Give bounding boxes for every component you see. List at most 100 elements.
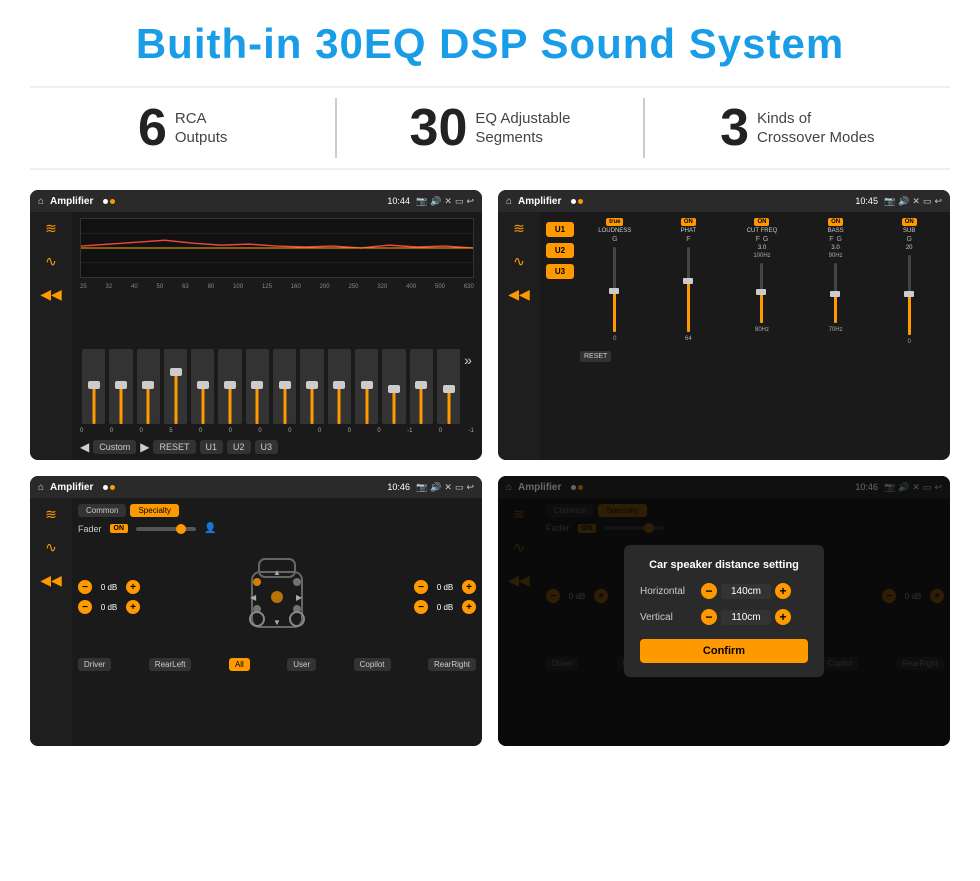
vol-ctrl-fr: − 0 dB + — [414, 580, 476, 594]
vol-ctrl-fl: − 0 dB + — [78, 580, 140, 594]
eq-slider-3[interactable] — [164, 349, 187, 424]
speaker-icon-3[interactable]: ◀◀ — [40, 572, 62, 589]
fader-on-badge[interactable]: ON — [110, 524, 129, 533]
vol-plus-fr[interactable]: + — [462, 580, 476, 594]
channel-bass: ON BASS FG 3.0 90Hz 70Hz — [801, 218, 871, 345]
eq-slider-8[interactable] — [300, 349, 323, 424]
stat-crossover: 3 Kinds of Crossover Modes — [645, 102, 950, 154]
back-icon: ↩ — [466, 196, 474, 207]
eq-icon-2[interactable]: ≋ — [513, 220, 525, 237]
wave-icon-3[interactable]: ∿ — [45, 539, 57, 556]
speaker-icon-2[interactable]: ◀◀ — [508, 286, 530, 303]
eq-slider-5[interactable] — [218, 349, 241, 424]
preset-u1[interactable]: U1 — [546, 222, 574, 237]
eq-slider-0[interactable] — [82, 349, 105, 424]
eq-icon-3[interactable]: ≋ — [45, 506, 57, 523]
vol-minus-rr[interactable]: − — [414, 600, 428, 614]
modal-vertical-row: Vertical − 110cm + — [640, 609, 808, 625]
vol-minus-rl[interactable]: − — [78, 600, 92, 614]
cutfreq-on-badge[interactable]: ON — [754, 218, 769, 226]
volume-icon-2: 🔊 — [898, 196, 909, 207]
eq-icon[interactable]: ≋ — [45, 220, 57, 237]
vol-plus-fl[interactable]: + — [126, 580, 140, 594]
vol-minus-fl[interactable]: − — [78, 580, 92, 594]
eq-main-area: 253240506380100125160200250320400500630 — [72, 212, 482, 460]
eq-custom-btn[interactable]: Custom — [93, 440, 136, 454]
copilot-btn[interactable]: Copilot — [354, 658, 391, 671]
confirm-button[interactable]: Confirm — [640, 639, 808, 663]
minimize-icon: ▭ — [455, 196, 464, 207]
eq-slider-2[interactable] — [137, 349, 160, 424]
driver-btn[interactable]: Driver — [78, 658, 111, 671]
phat-slider[interactable] — [687, 247, 690, 332]
eq-play-fwd[interactable]: ▶ — [140, 440, 149, 454]
horizontal-minus-btn[interactable]: − — [701, 583, 717, 599]
fader-tabs: Common Specialty — [78, 504, 476, 517]
stat-eq-number: 30 — [410, 102, 468, 154]
loudness-slider[interactable] — [613, 247, 616, 332]
channel-cutfreq: ON CUT FREQ FG 3.0 100Hz 80Hz — [727, 218, 797, 345]
channel-phat: ON PHAT F 64 — [654, 218, 724, 345]
speaker-icon[interactable]: ◀◀ — [40, 286, 62, 303]
home-icon-2: ⌂ — [506, 196, 512, 207]
eq-values: 00050000000-10-1 — [80, 428, 474, 434]
preset-u3[interactable]: U3 — [546, 264, 574, 279]
all-btn[interactable]: All — [229, 658, 250, 671]
horizontal-plus-btn[interactable]: + — [775, 583, 791, 599]
vertical-plus-btn[interactable]: + — [775, 609, 791, 625]
eq-controls: ◀ Custom ▶ RESET U1 U2 U3 — [80, 440, 474, 454]
user-btn[interactable]: User — [287, 658, 316, 671]
eq-play-back[interactable]: ◀ — [80, 440, 89, 454]
tab-specialty[interactable]: Specialty — [130, 504, 178, 517]
rear-left-btn[interactable]: RearLeft — [149, 658, 192, 671]
sub-slider[interactable] — [908, 255, 911, 335]
bass-label: BASS — [828, 228, 844, 234]
eq-u3-btn[interactable]: U3 — [255, 440, 279, 454]
modal-horizontal-label: Horizontal — [640, 586, 695, 597]
stat-crossover-number: 3 — [720, 102, 749, 154]
eq-screen-content: ≋ ∿ ◀◀ — [30, 212, 482, 460]
eq-slider-13[interactable] — [437, 349, 460, 424]
vol-val-rl: 0 dB — [95, 603, 123, 612]
eq-slider-4[interactable] — [191, 349, 214, 424]
channel-loudness: true LOUDNESS G 0 — [580, 218, 650, 345]
sub-on-badge[interactable]: ON — [902, 218, 917, 226]
vol-minus-fr[interactable]: − — [414, 580, 428, 594]
eq-u1-btn[interactable]: U1 — [200, 440, 224, 454]
eq-slider-7[interactable] — [273, 349, 296, 424]
eq-scroll-right[interactable]: » — [464, 352, 472, 368]
preset-u2[interactable]: U2 — [546, 243, 574, 258]
phat-on-badge[interactable]: ON — [681, 218, 696, 226]
fader-slider[interactable] — [136, 527, 196, 531]
loudness-on-badge[interactable]: true — [606, 218, 623, 226]
wave-icon[interactable]: ∿ — [45, 253, 57, 270]
eq-screen-card: ⌂ Amplifier 10:44 📷 🔊 ✕ ▭ ↩ ≋ — [30, 190, 482, 460]
svg-text:▼: ▼ — [273, 618, 281, 627]
eq-u2-btn[interactable]: U2 — [227, 440, 251, 454]
modal-vertical-ctrl: − 110cm + — [701, 609, 791, 625]
eq-slider-10[interactable] — [355, 349, 378, 424]
eq-reset-btn[interactable]: RESET — [153, 440, 195, 454]
crossover-reset-btn[interactable]: RESET — [580, 351, 611, 362]
bass-slider[interactable] — [834, 263, 837, 323]
loudness-label: LOUDNESS — [598, 228, 631, 234]
fader-handle[interactable] — [176, 524, 186, 534]
eq-slider-9[interactable] — [328, 349, 351, 424]
cutfreq-slider[interactable] — [760, 263, 763, 323]
minimize-icon-3: ▭ — [455, 482, 464, 493]
eq-slider-12[interactable] — [410, 349, 433, 424]
bass-on-badge[interactable]: ON — [828, 218, 843, 226]
preset-buttons: U1 U2 U3 — [546, 218, 574, 454]
vol-plus-rr[interactable]: + — [462, 600, 476, 614]
eq-slider-11[interactable] — [382, 349, 405, 424]
topbar-dots-2 — [571, 199, 583, 204]
wave-icon-2[interactable]: ∿ — [513, 253, 525, 270]
stat-rca: 6 RCA Outputs — [30, 102, 335, 154]
vol-plus-rl[interactable]: + — [126, 600, 140, 614]
eq-slider-6[interactable] — [246, 349, 269, 424]
eq-slider-1[interactable] — [109, 349, 132, 424]
vertical-minus-btn[interactable]: − — [701, 609, 717, 625]
tab-common[interactable]: Common — [78, 504, 126, 517]
rear-right-btn[interactable]: RearRight — [428, 658, 476, 671]
crossover-topbar: ⌂ Amplifier 10:45 📷 🔊 ✕ ▭ ↩ — [498, 190, 950, 212]
